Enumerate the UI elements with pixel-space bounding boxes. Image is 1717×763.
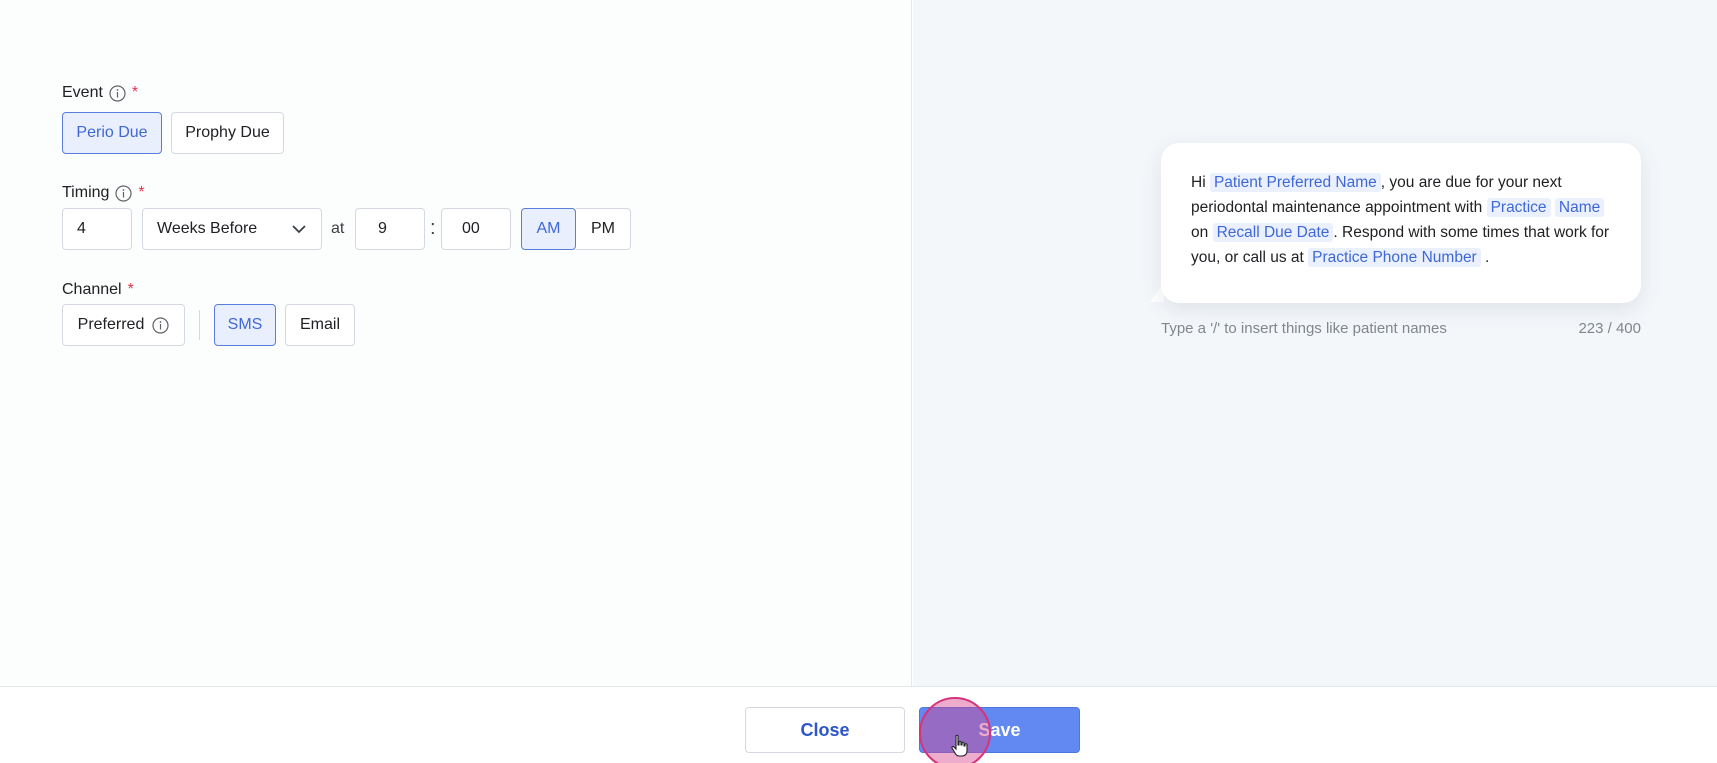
event-option-label: Perio Due	[76, 124, 148, 141]
timing-label-row: Timing *	[62, 183, 145, 203]
at-label: at	[331, 220, 345, 237]
form-pane: Event * Perio Due Prophy Due Timing * 4 …	[0, 0, 912, 686]
message-text: Hi	[1191, 174, 1206, 191]
message-text: on	[1191, 224, 1209, 241]
token-practice-name[interactable]: Practice	[1486, 198, 1551, 217]
token-practice-phone-number[interactable]: Practice Phone Number	[1308, 248, 1481, 267]
event-option-label: Prophy Due	[185, 124, 270, 141]
token-recall-due-date[interactable]: Recall Due Date	[1212, 223, 1334, 242]
channel-label: Channel	[62, 281, 122, 298]
event-option-prophy-due[interactable]: Prophy Due	[171, 112, 284, 154]
message-text: .	[1485, 249, 1490, 266]
required-asterisk: *	[127, 281, 134, 298]
time-colon: :	[430, 217, 436, 239]
event-option-perio-due[interactable]: Perio Due	[62, 112, 162, 154]
channel-option-label: SMS	[227, 316, 263, 333]
info-icon[interactable]	[109, 84, 126, 102]
chevron-down-icon	[292, 225, 306, 234]
meridiem-pm-button[interactable]: PM	[576, 208, 631, 250]
event-label-row: Event *	[62, 83, 138, 103]
timing-relation-value: Weeks Before	[157, 220, 258, 237]
character-counter: 223 / 400	[1578, 320, 1641, 337]
meridiem-am-button[interactable]: AM	[521, 208, 576, 250]
channel-preferred-option[interactable]: Preferred	[62, 304, 185, 346]
token-patient-preferred-name[interactable]: Patient Preferred Name	[1209, 173, 1381, 192]
hand-pointer-icon	[951, 734, 968, 757]
timing-relation-select[interactable]: Weeks Before	[142, 208, 322, 250]
timing-label: Timing	[62, 184, 110, 201]
timing-amount-value: 4	[77, 220, 86, 237]
meridiem-label: PM	[591, 220, 615, 237]
required-asterisk: *	[138, 184, 145, 201]
timing-minute-value: 00	[462, 220, 480, 237]
channel-option-sms[interactable]: SMS	[214, 304, 276, 346]
channel-preferred-label: Preferred	[77, 316, 145, 333]
close-button[interactable]: Close	[745, 707, 905, 753]
meridiem-label: AM	[536, 220, 561, 237]
required-asterisk: *	[131, 84, 139, 101]
channel-label-row: Channel *	[62, 280, 134, 300]
insert-hint: Type a '/' to insert things like patient…	[1161, 320, 1447, 337]
message-preview-bubble[interactable]: Hi Patient Preferred Name, you are due f…	[1161, 143, 1641, 303]
event-label: Event	[62, 84, 103, 101]
channel-option-email[interactable]: Email	[285, 304, 355, 346]
timing-amount-input[interactable]: 4	[62, 208, 132, 250]
timing-minute-input[interactable]: 00	[441, 208, 511, 250]
preview-pane	[913, 0, 1717, 686]
channel-divider	[199, 310, 200, 340]
timing-hour-input[interactable]: 9	[355, 208, 425, 250]
channel-option-label: Email	[299, 316, 340, 333]
info-icon[interactable]	[115, 184, 133, 202]
info-icon[interactable]	[152, 316, 169, 334]
token-practice-name[interactable]: Name	[1554, 198, 1605, 217]
timing-hour-value: 9	[378, 220, 387, 237]
